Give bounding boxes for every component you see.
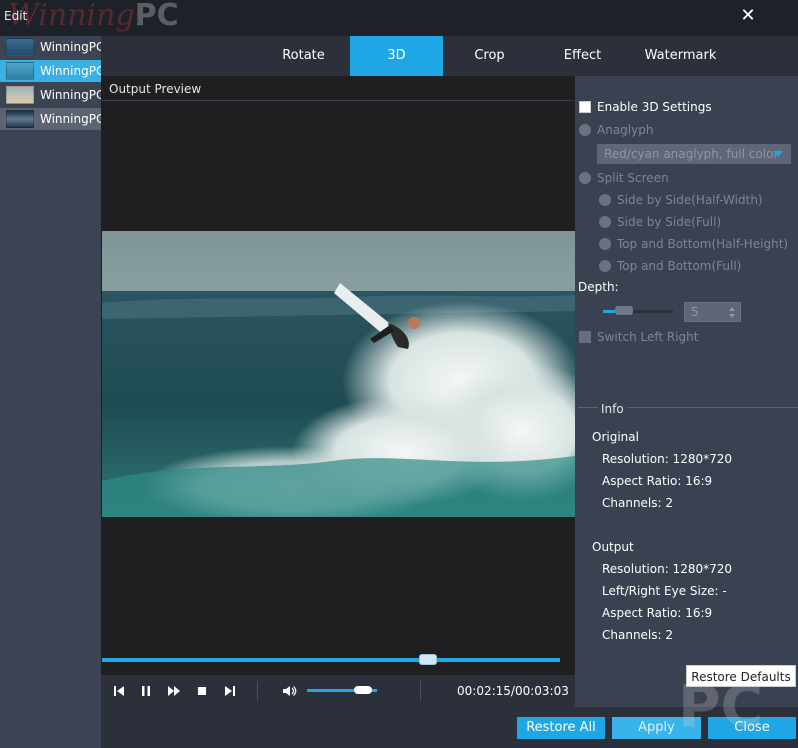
title-bar: WinningPC Edit ✕ — [0, 0, 798, 36]
stepper-down-icon[interactable] — [729, 314, 735, 318]
video-thumbnail — [6, 62, 34, 80]
fast-forward-icon[interactable] — [166, 683, 182, 699]
tab-crop[interactable]: Crop — [443, 36, 536, 76]
divider — [257, 681, 258, 701]
output-aspect-ratio: Aspect Ratio: 16:9 — [602, 606, 713, 620]
file-item-3[interactable]: WinningPC — [0, 84, 101, 106]
progress-handle[interactable] — [418, 654, 437, 665]
winningpc-logo: WinningPC — [8, 0, 179, 33]
restore-all-button[interactable]: Restore All — [517, 717, 605, 739]
close-icon[interactable]: ✕ — [737, 5, 759, 27]
stepper-up-icon[interactable] — [729, 307, 735, 311]
checkbox-icon[interactable] — [579, 331, 591, 343]
apply-button[interactable]: Apply — [612, 717, 701, 739]
split-option-side-full[interactable]: Side by Side(Full) — [599, 215, 721, 229]
depth-stepper[interactable]: 5 — [684, 302, 741, 322]
original-channels: Channels: 2 — [602, 496, 674, 510]
anaglyph-radio[interactable]: Anaglyph — [579, 123, 653, 137]
split-option-label: Side by Side(Full) — [617, 215, 722, 229]
split-screen-radio[interactable]: Split Screen — [579, 171, 669, 185]
radio-icon[interactable] — [599, 194, 611, 206]
original-resolution: Resolution: 1280*720 — [602, 452, 733, 466]
restore-defaults-button[interactable]: Restore Defaults — [686, 665, 796, 687]
output-resolution: Resolution: 1280*720 — [602, 562, 733, 576]
video-thumbnail — [6, 38, 34, 56]
video-thumbnail — [6, 110, 34, 128]
output-preview-panel: Output Preview — [101, 76, 575, 707]
split-option-label: Side by Side(Half-Width) — [617, 193, 763, 207]
depth-label: Depth: — [578, 280, 619, 294]
tab-effect[interactable]: Effect — [536, 36, 629, 76]
stop-icon[interactable] — [194, 683, 210, 699]
file-name: WinningPC — [40, 112, 101, 126]
split-option-label: Top and Bottom(Half-Height) — [617, 237, 789, 251]
file-item-1[interactable]: WinningPC — [0, 36, 101, 58]
enable-3d-label: Enable 3D Settings — [597, 100, 712, 114]
tab-3d[interactable]: 3D — [350, 36, 443, 76]
dropdown-arrow-icon — [773, 151, 783, 157]
switch-left-right-checkbox[interactable]: Switch Left Right — [579, 330, 698, 344]
file-list: WinningPC WinningPC WinningPC WinningPC — [0, 36, 101, 748]
split-option-label: Top and Bottom(Full) — [617, 259, 742, 273]
radio-icon[interactable] — [599, 238, 611, 250]
video-thumbnail — [6, 86, 34, 104]
surfer-wave-image — [102, 231, 575, 517]
3d-settings-panel: Enable 3D Settings Anaglyph Red/cyan ana… — [575, 76, 798, 707]
volume-icon[interactable] — [281, 683, 297, 699]
output-channels: Channels: 2 — [602, 628, 674, 642]
divider — [101, 100, 575, 101]
file-name: WinningPC — [40, 40, 101, 54]
radio-icon[interactable] — [579, 124, 591, 136]
file-item-2[interactable]: WinningPC — [0, 60, 101, 82]
playback-progress[interactable] — [102, 658, 560, 662]
next-icon[interactable] — [222, 683, 238, 699]
volume-handle[interactable] — [353, 686, 372, 694]
switch-left-right-label: Switch Left Right — [597, 330, 699, 344]
tab-rotate[interactable]: Rotate — [257, 36, 350, 76]
file-item-4[interactable]: WinningPC — [0, 108, 101, 130]
previous-icon[interactable] — [111, 683, 127, 699]
anaglyph-mode-value: Red/cyan anaglyph, full color — [604, 147, 779, 161]
original-title: Original — [592, 430, 639, 444]
split-option-side-half[interactable]: Side by Side(Half-Width) — [599, 193, 763, 207]
window-title: Edit — [4, 9, 28, 23]
depth-handle[interactable] — [615, 306, 633, 315]
info-title: Info — [598, 402, 627, 416]
video-frame — [102, 231, 575, 517]
enable-3d-checkbox[interactable]: Enable 3D Settings — [579, 100, 712, 114]
checkbox-icon[interactable] — [579, 101, 591, 113]
anaglyph-label: Anaglyph — [597, 123, 654, 137]
original-aspect-ratio: Aspect Ratio: 16:9 — [602, 474, 713, 488]
player-controls: 00:02:15/00:03:03 — [101, 675, 575, 707]
radio-icon[interactable] — [599, 216, 611, 228]
depth-value: 5 — [691, 305, 699, 319]
file-name: WinningPC — [40, 64, 101, 78]
depth-slider-fill — [603, 310, 615, 313]
output-preview-label: Output Preview — [109, 82, 202, 96]
split-screen-label: Split Screen — [597, 171, 669, 185]
playback-time: 00:02:15/00:03:03 — [457, 684, 569, 698]
divider — [420, 681, 421, 701]
output-eye-size: Left/Right Eye Size: - — [602, 584, 727, 598]
split-option-top-half[interactable]: Top and Bottom(Half-Height) — [599, 237, 788, 251]
radio-icon[interactable] — [579, 172, 591, 184]
output-title: Output — [592, 540, 634, 554]
file-name: WinningPC — [40, 88, 101, 102]
anaglyph-mode-select[interactable]: Red/cyan anaglyph, full color — [597, 144, 791, 164]
tab-watermark[interactable]: Watermark — [629, 36, 732, 76]
close-button[interactable]: Close — [708, 717, 796, 739]
radio-icon[interactable] — [599, 260, 611, 272]
edit-tabs: Rotate 3D Crop Effect Watermark — [101, 36, 798, 76]
footer-bar: Restore All Apply Close — [101, 707, 798, 748]
pause-icon[interactable] — [138, 683, 154, 699]
split-option-top-full[interactable]: Top and Bottom(Full) — [599, 259, 741, 273]
